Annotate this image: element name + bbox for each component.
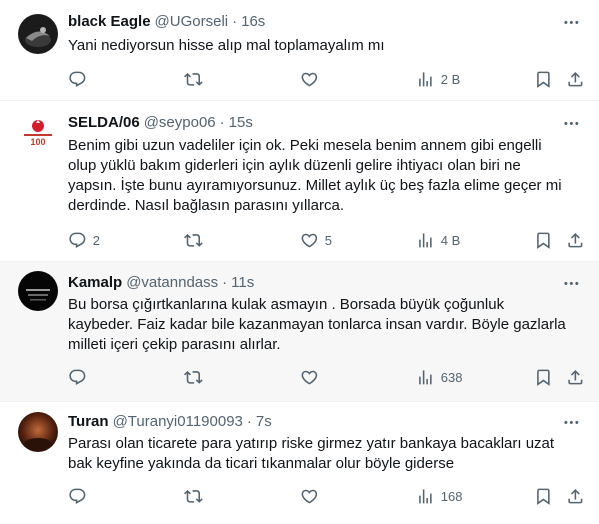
timestamp[interactable]: 15s [229,113,253,133]
author-name[interactable]: Kamalp [68,273,122,293]
author-name[interactable]: SELDA/06 [68,113,140,133]
reply-button[interactable]: 2 [68,230,100,250]
avatar[interactable] [18,271,58,311]
more-icon[interactable] [561,273,581,293]
views-button[interactable]: 638 [416,367,462,387]
share-icon [566,231,585,250]
views-button[interactable]: 168 [416,486,462,506]
retweet-button[interactable] [184,69,209,89]
bookmark-button[interactable] [534,486,553,506]
author-handle[interactable]: @UGorseli [155,12,229,32]
views-icon [416,487,435,506]
tweet-feed: black Eagle @UGorseli · 16s Yani nediyor… [0,0,599,524]
bookmark-icon [534,487,553,506]
tweet-item[interactable]: Kamalp @vatanndass · 11s Bu borsa çığırt… [0,262,599,402]
share-button[interactable] [566,367,585,387]
views-icon [416,231,435,250]
tweet-item[interactable]: black Eagle @UGorseli · 16s Yani nediyor… [0,0,599,101]
tweet-text: Parası olan ticarete para yatırıp riske … [68,435,555,472]
views-count: 168 [440,488,463,504]
more-icon[interactable] [561,12,581,32]
like-button[interactable] [300,486,325,506]
share-button[interactable] [566,69,585,89]
like-count: 5 [324,232,332,248]
timestamp[interactable]: 7s [256,412,272,432]
bookmark-icon [534,70,553,89]
views-icon [416,70,435,89]
more-icon[interactable] [561,412,581,432]
separator-dot: · [219,114,225,131]
author-name[interactable]: black Eagle [68,12,151,32]
retweet-icon [184,70,203,89]
bookmark-icon [534,368,553,387]
avatar[interactable]: 100 [18,114,58,154]
reply-icon [68,368,87,387]
reply-count: 2 [92,232,100,248]
views-count: 2 B [440,71,461,87]
like-icon [300,487,319,506]
views-count: 638 [440,369,463,385]
retweet-icon [184,368,203,387]
retweet-icon [184,231,203,250]
more-icon[interactable] [561,113,581,133]
timestamp[interactable]: 11s [231,273,254,293]
author-handle[interactable]: @Turanyi01190093 [113,412,243,432]
author-handle[interactable]: @vatanndass [126,273,218,293]
views-icon [416,368,435,387]
tweet-text: Bu borsa çığırtkanlarına kulak asmayın .… [68,296,566,353]
views-button[interactable]: 4 B [416,230,460,250]
bookmark-icon [534,231,553,250]
bookmark-button[interactable] [534,69,553,89]
timestamp[interactable]: 16s [241,12,265,32]
action-bar: 168 [68,486,584,506]
views-count: 4 B [440,232,461,248]
share-button[interactable] [566,486,585,506]
avatar[interactable] [18,14,58,54]
bookmark-button[interactable] [534,230,553,250]
author-name[interactable]: Turan [68,412,109,432]
like-button[interactable]: 5 [300,230,332,250]
like-button[interactable] [300,69,325,89]
tweet-text: Benim gibi uzun vadeliler için ok. Peki … [68,137,562,214]
avatar[interactable] [18,412,58,452]
like-button[interactable] [300,367,325,387]
share-button[interactable] [566,230,585,250]
bookmark-button[interactable] [534,367,553,387]
reply-button[interactable] [68,69,93,89]
share-icon [566,368,585,387]
retweet-button[interactable] [184,230,209,250]
tweet-item[interactable]: 100 SELDA/06 @seypo06 · 15s Benim gibi u… [0,101,599,262]
reply-icon [68,487,87,506]
tweet-item[interactable]: Turan @Turanyi01190093 · 7s Parası olan … [0,402,599,524]
separator-dot: · [222,274,228,291]
reply-icon [68,70,87,89]
separator-dot: · [246,413,252,430]
svg-text:100: 100 [30,137,45,147]
action-bar: 638 [68,367,584,387]
share-icon [566,70,585,89]
share-icon [566,487,585,506]
retweet-icon [184,487,203,506]
views-button[interactable]: 2 B [416,69,460,89]
like-icon [300,368,319,387]
like-icon [300,231,319,250]
tweet-text: Yani nediyorsun hisse alıp mal toplamaya… [68,37,385,54]
author-handle[interactable]: @seypo06 [144,113,216,133]
reply-button[interactable] [68,486,93,506]
reply-icon [68,231,87,250]
retweet-button[interactable] [184,486,209,506]
reply-button[interactable] [68,367,93,387]
like-icon [300,70,319,89]
separator-dot: · [232,13,238,30]
action-bar: 2 5 4 B [68,230,584,250]
retweet-button[interactable] [184,367,209,387]
action-bar: 2 B [68,69,584,89]
